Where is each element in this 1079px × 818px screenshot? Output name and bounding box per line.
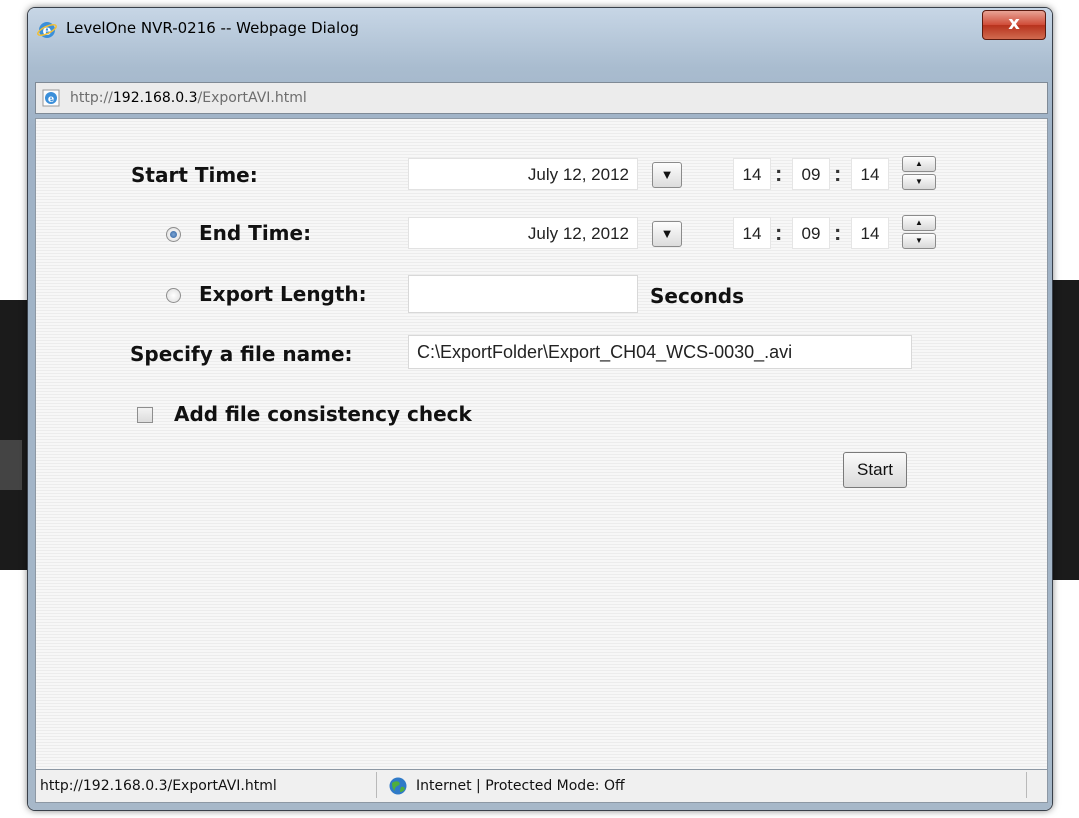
seconds-label: Seconds — [650, 284, 745, 308]
end-time-radio[interactable] — [166, 227, 181, 242]
chevron-down-icon: ▼ — [660, 167, 674, 182]
spin-down-button[interactable]: ▼ — [902, 174, 936, 190]
spin-up-button[interactable]: ▲ — [902, 215, 936, 231]
export-length-label: Export Length: — [199, 282, 367, 306]
desktop-background-left — [0, 300, 28, 570]
address-host: 192.168.0.3 — [112, 90, 198, 106]
status-url: http://192.168.0.3/ExportAVI.html — [40, 778, 277, 794]
start-date-dropdown-button[interactable]: ▼ — [652, 162, 682, 188]
start-time-label: Start Time: — [131, 163, 258, 187]
export-length-radio[interactable] — [166, 288, 181, 303]
file-name-label: Specify a file name: — [130, 342, 353, 366]
time-separator: : — [775, 220, 783, 245]
time-separator: : — [775, 161, 783, 186]
desktop-background-right — [1053, 280, 1079, 580]
spin-down-button[interactable]: ▼ — [902, 233, 936, 249]
dialog-content: Start Time: July 12, 2012 ▼ 14 : 09 : 14… — [35, 118, 1048, 770]
end-minute-field[interactable]: 09 — [792, 217, 830, 249]
end-date-field[interactable]: July 12, 2012 — [408, 217, 638, 249]
security-zone-text: Internet | Protected Mode: Off — [416, 778, 625, 794]
start-hour-field[interactable]: 14 — [733, 158, 771, 190]
ie-logo-icon: e — [37, 22, 57, 39]
start-date-field[interactable]: July 12, 2012 — [408, 158, 638, 190]
ie-page-icon: e — [42, 89, 60, 107]
address-path: /ExportAVI.html — [197, 90, 307, 106]
end-second-field[interactable]: 14 — [851, 217, 889, 249]
end-time-spinner: ▲ ▼ — [902, 215, 938, 249]
address-bar: e http://192.168.0.3/ExportAVI.html — [35, 82, 1048, 114]
chevron-down-icon: ▼ — [660, 226, 674, 241]
end-date-dropdown-button[interactable]: ▼ — [652, 221, 682, 247]
consistency-check-checkbox[interactable] — [137, 407, 153, 423]
start-button[interactable]: Start — [843, 452, 907, 488]
status-divider — [1026, 772, 1027, 798]
desktop-background-left-accent — [0, 440, 22, 490]
export-length-input[interactable] — [408, 275, 638, 313]
start-second-field[interactable]: 14 — [851, 158, 889, 190]
close-button[interactable]: x — [982, 10, 1046, 40]
globe-icon — [389, 777, 407, 795]
start-minute-field[interactable]: 09 — [792, 158, 830, 190]
status-divider — [376, 772, 377, 798]
title-bar[interactable]: e LevelOne NVR-0216 -- Webpage Dialog x — [28, 8, 1052, 48]
end-time-label: End Time: — [199, 221, 312, 245]
svg-text:e: e — [48, 94, 54, 105]
webpage-dialog-window: e LevelOne NVR-0216 -- Webpage Dialog x … — [28, 8, 1052, 810]
time-separator: : — [834, 161, 842, 186]
consistency-check-label: Add file consistency check — [174, 402, 472, 426]
time-separator: : — [834, 220, 842, 245]
file-name-input[interactable]: C:\ExportFolder\Export_CH04_WCS-0030_.av… — [408, 335, 912, 369]
spin-up-button[interactable]: ▲ — [902, 156, 936, 172]
start-time-spinner: ▲ ▼ — [902, 156, 938, 190]
status-bar: http://192.168.0.3/ExportAVI.html Intern… — [35, 769, 1048, 803]
address-url: http://192.168.0.3/ExportAVI.html — [70, 90, 307, 106]
window-title: LevelOne NVR-0216 -- Webpage Dialog — [66, 19, 359, 37]
address-prefix: http:// — [70, 90, 113, 106]
end-hour-field[interactable]: 14 — [733, 217, 771, 249]
